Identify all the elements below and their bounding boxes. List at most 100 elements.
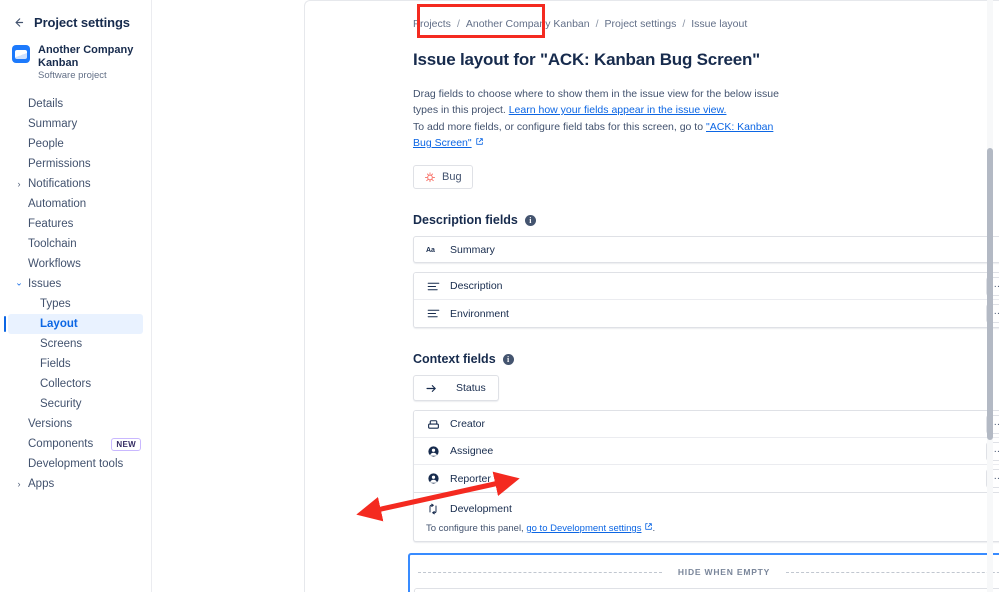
summary-field-label: Summary	[450, 243, 495, 256]
breadcrumb-separator: /	[456, 18, 460, 30]
context-fields-list: Creator…›Assignee…›Reporter…›	[413, 410, 999, 494]
bug-icon	[424, 171, 436, 183]
svg-text:Aa: Aa	[426, 247, 435, 254]
hide-when-empty-divider: HIDE WHEN EMPTY	[414, 561, 999, 583]
breadcrumb-separator: /	[595, 18, 599, 30]
development-settings-link[interactable]: go to Development settings	[526, 523, 641, 534]
sidebar-item-apps[interactable]: › Apps	[8, 474, 143, 494]
sidebar-item-components[interactable]: Components NEW	[8, 434, 143, 454]
breadcrumb-item[interactable]: Projects	[413, 18, 451, 30]
sidebar-item-label: Automation	[28, 198, 87, 211]
sidebar-item-label: Features	[28, 218, 74, 231]
sidebar-item-label: Development tools	[28, 458, 124, 471]
sidebar-item-issues[interactable]: ⌄ Issues	[8, 274, 143, 294]
development-note-text: To configure this panel,	[426, 523, 524, 535]
development-note: To configure this panel, go to Developme…	[426, 523, 999, 534]
project-avatar-icon	[12, 45, 30, 63]
status-field-chip[interactable]: Status	[413, 375, 499, 402]
person-icon	[426, 444, 440, 458]
creator-icon	[426, 417, 440, 431]
scrollbar-thumb[interactable]	[987, 148, 993, 440]
sidebar-item-versions[interactable]: Versions	[8, 414, 143, 434]
breadcrumb-item[interactable]: Another Company Kanban	[466, 18, 590, 30]
sidebar-item-security[interactable]: Security	[8, 394, 143, 414]
field-row-label: Reporter	[450, 472, 491, 485]
sidebar-item-label: Types	[40, 298, 71, 311]
field-row[interactable]: Environment…›	[414, 300, 999, 328]
chevron-right-icon[interactable]: ›	[14, 179, 24, 189]
sidebar-item-label: Components	[28, 438, 94, 451]
chevron-right-icon[interactable]: ›	[14, 479, 24, 489]
hide-when-empty-panel[interactable]: HIDE WHEN EMPTY 123Story Points…›Labels……	[408, 553, 999, 592]
branch-icon	[426, 502, 440, 516]
context-fields-title: Context fields	[413, 352, 496, 367]
sidebar-item-permissions[interactable]: Permissions	[8, 154, 143, 174]
sidebar-item-label: Details	[28, 98, 64, 111]
description-fields-title: Description fields	[413, 213, 518, 228]
sidebar-nav: Details Summary People Permissions › Notifica…	[0, 94, 151, 494]
new-badge: NEW	[111, 437, 141, 451]
info-icon[interactable]: i	[524, 214, 536, 226]
sidebar-item-label: Apps	[28, 478, 55, 491]
sidebar-item-features[interactable]: Features	[8, 214, 143, 234]
issue-type-tab-bug[interactable]: Bug	[413, 165, 473, 190]
sidebar-item-label: Versions	[28, 418, 73, 431]
description-fields-list: Description…›Environment…›	[413, 272, 999, 329]
sidebar-item-collectors[interactable]: Collectors	[8, 374, 143, 394]
sidebar-item-label: Summary	[28, 118, 78, 131]
field-row[interactable]: Reporter…›	[414, 465, 999, 493]
development-panel[interactable]: Development … To configure this panel, g…	[413, 493, 999, 543]
breadcrumb-item: Issue layout	[691, 18, 748, 30]
sidebar-item-automation[interactable]: Automation	[8, 194, 143, 214]
sidebar-item-people[interactable]: People	[8, 134, 143, 154]
sidebar-item-toolchain[interactable]: Toolchain	[8, 234, 143, 254]
info-icon[interactable]: i	[502, 353, 514, 365]
sidebar-item-label: Permissions	[28, 158, 91, 171]
sidebar-item-label: Collectors	[40, 378, 92, 391]
sidebar-item-workflows[interactable]: Workflows	[8, 254, 143, 274]
field-row-label: Creator	[450, 418, 486, 431]
sidebar-item-details[interactable]: Details	[8, 94, 143, 114]
sidebar-item-types[interactable]: Types	[8, 294, 143, 314]
arrow-right-icon	[424, 381, 438, 395]
sidebar-item-label: Fields	[40, 358, 71, 371]
field-row[interactable]: Description…›	[414, 273, 999, 301]
sidebar-item-label: Issues	[28, 278, 62, 291]
selected-indicator	[4, 316, 6, 333]
external-link-icon	[475, 138, 483, 146]
divider-line-left	[418, 571, 662, 573]
field-row[interactable]: Assignee…›	[414, 438, 999, 466]
field-row-label: Assignee	[450, 445, 494, 458]
sidebar-item-layout[interactable]: Layout	[4, 314, 143, 335]
sidebar-item-label: People	[28, 138, 64, 151]
sidebar-item-label: Layout	[40, 318, 78, 331]
field-row[interactable]: Creator…›	[414, 411, 999, 439]
field-row-label: Environment	[450, 307, 509, 320]
sidebar-item-label: Toolchain	[28, 238, 77, 251]
external-link-icon	[644, 523, 653, 531]
project-name: Another Company Kanban	[38, 44, 134, 69]
sidebar-item-notifications[interactable]: › Notifications	[8, 174, 143, 194]
arrow-left-icon[interactable]	[10, 14, 26, 30]
sidebar-item-screens[interactable]: Screens	[8, 334, 143, 354]
chevron-down-icon[interactable]: ⌄	[14, 277, 24, 288]
sidebar-item-label: Notifications	[28, 178, 91, 191]
summary-field-chip[interactable]: Aa Summary	[413, 236, 999, 264]
paragraph-icon	[426, 307, 440, 321]
learn-more-link[interactable]: Learn how your fields appear in the issu…	[509, 104, 727, 116]
sidebar-item-development-tools[interactable]: Development tools	[8, 454, 143, 474]
divider-line-right	[786, 571, 999, 573]
breadcrumb-separator: /	[682, 18, 686, 30]
app-window: Project settings Another Company Kanban …	[0, 0, 999, 592]
sidebar-item-fields[interactable]: Fields	[8, 354, 143, 374]
page-title: Issue layout for "ACK: Kanban Bug Screen…	[413, 50, 761, 69]
intro-text: Drag fields to choose where to show them…	[153, 86, 793, 151]
project-summary[interactable]: Another Company Kanban Software project	[0, 34, 151, 94]
intro-line2: To add more fields, or configure field t…	[413, 120, 704, 133]
field-row-label: Description	[450, 280, 503, 293]
sidebar-item-summary[interactable]: Summary	[8, 114, 143, 134]
breadcrumb-item[interactable]: Project settings	[605, 18, 677, 30]
person-icon	[426, 472, 440, 486]
development-label: Development	[450, 502, 512, 515]
sidebar-header: Project settings	[0, 10, 151, 34]
